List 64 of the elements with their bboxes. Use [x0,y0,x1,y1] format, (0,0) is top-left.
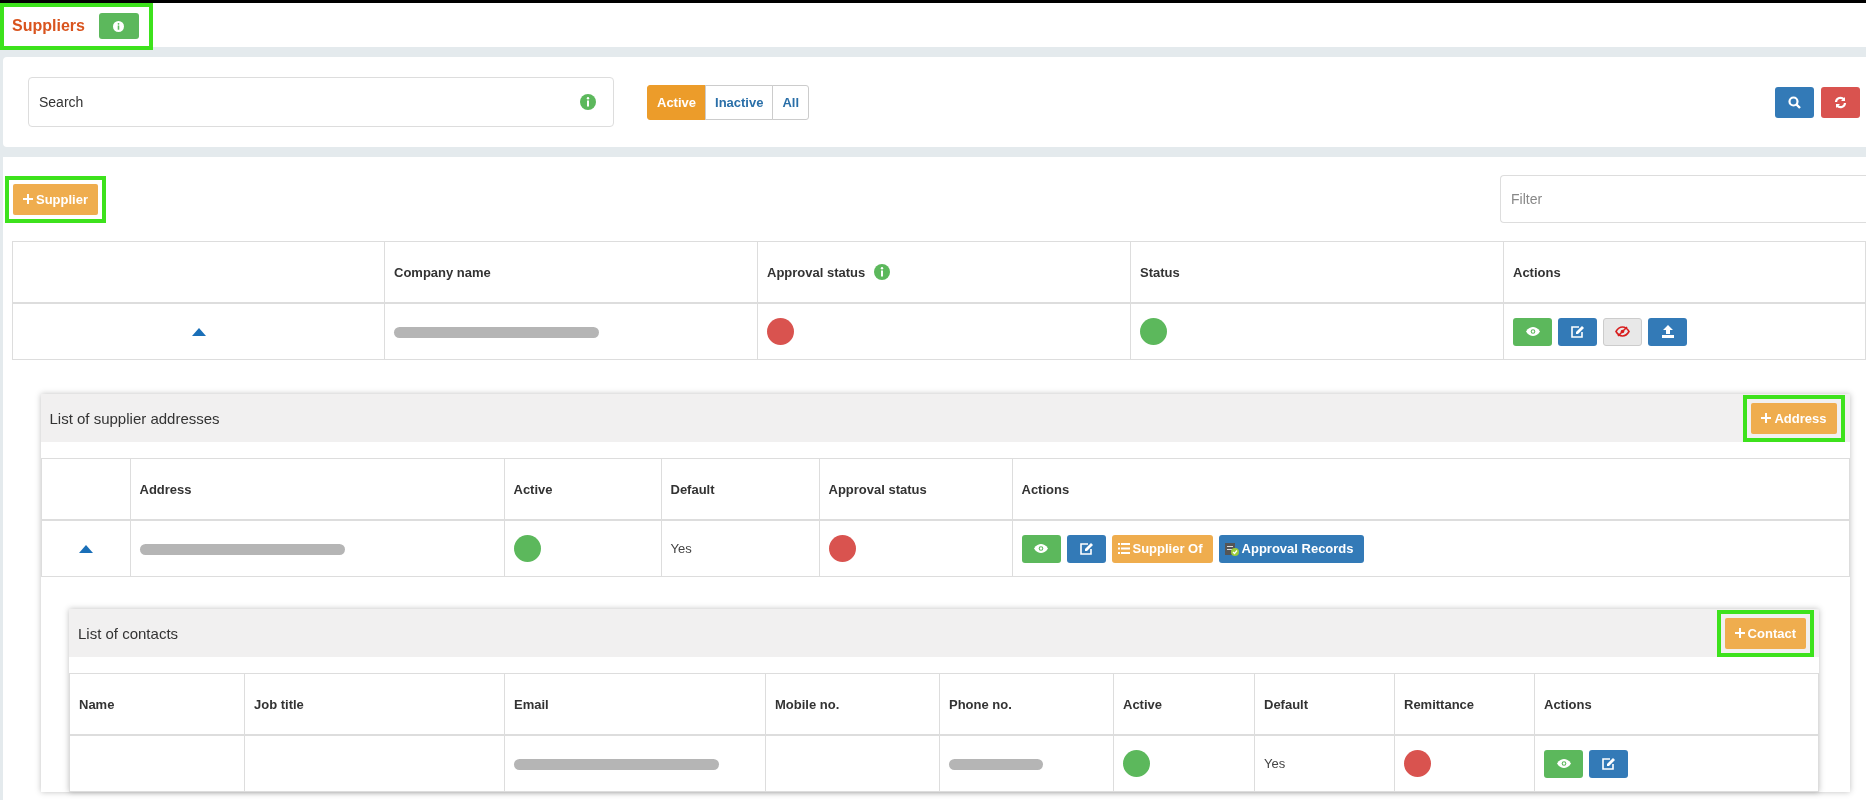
hide-button[interactable] [1603,317,1642,346]
column-header: Active [513,481,553,497]
column-header: Mobile no. [775,696,840,712]
column-header: Phone no. [949,696,1012,712]
column-header: Name [79,696,115,712]
add-button[interactable]: Contact [1724,617,1806,649]
add-button[interactable]: Address [1751,402,1837,434]
edit-button[interactable] [1558,317,1597,346]
info-icon [580,94,596,110]
eye-slash-icon [1615,326,1630,337]
page-title: Suppliers [12,17,85,35]
status-filter-tab[interactable]: Active [647,84,707,120]
upload-icon [1661,325,1674,338]
supplier-of-button[interactable]: Supplier Of [1111,534,1213,563]
view-button[interactable] [1021,534,1061,563]
caret-icon[interactable] [78,544,93,553]
edit-button[interactable] [1589,749,1628,778]
column-header: Active [1123,696,1163,712]
refresh-button[interactable] [1821,86,1860,118]
edit-button[interactable] [1066,534,1106,563]
column-header: Actions [1021,481,1070,497]
edit-icon [1079,542,1093,555]
eye-icon [1556,759,1571,768]
info-icon [874,264,891,280]
filter-field[interactable]: Filter [1500,175,1866,223]
plus-icon [1761,413,1772,423]
plus-icon [1734,628,1745,638]
refresh-icon [1834,95,1847,109]
column-header: Default [1264,696,1309,712]
column-header: Address [139,481,192,497]
table-cell: Yes [1264,756,1286,771]
column-header: Status [1140,264,1180,280]
column-header: Actions [1544,696,1592,712]
add-button[interactable]: Supplier [13,183,98,215]
column-header: Approval status [828,481,927,497]
eye-icon [1034,544,1048,553]
search-field[interactable]: Search [28,77,614,127]
plus-icon [23,194,33,204]
edit-icon [1602,757,1615,770]
search-icon [1788,95,1801,109]
status-filter-tab[interactable]: Inactive [705,84,774,120]
caret-icon[interactable] [191,327,206,336]
info-icon [113,20,125,32]
view-button[interactable] [1513,317,1552,346]
edit-icon [1571,325,1584,338]
certificate-icon [1224,541,1239,556]
eye-icon [1525,327,1540,336]
view-button[interactable] [1544,749,1583,778]
column-header: Default [670,481,715,497]
column-header: Approval status [767,264,866,280]
panel-title: List of supplier addresses [49,409,220,427]
info-button[interactable] [98,13,139,39]
search-button[interactable] [1775,86,1814,118]
column-header: Company name [394,264,491,280]
list-icon [1117,543,1130,554]
column-header: Actions [1513,264,1561,280]
table-cell: Yes [670,541,692,556]
column-header: Job title [254,696,304,712]
status-filter-tab[interactable]: All [772,84,810,120]
approval-records-button[interactable]: Approval Records [1218,534,1364,563]
column-header: Email [514,696,549,712]
upload-button[interactable] [1648,317,1687,346]
column-header: Remittance [1404,696,1475,712]
panel-title: List of contacts [78,624,179,642]
